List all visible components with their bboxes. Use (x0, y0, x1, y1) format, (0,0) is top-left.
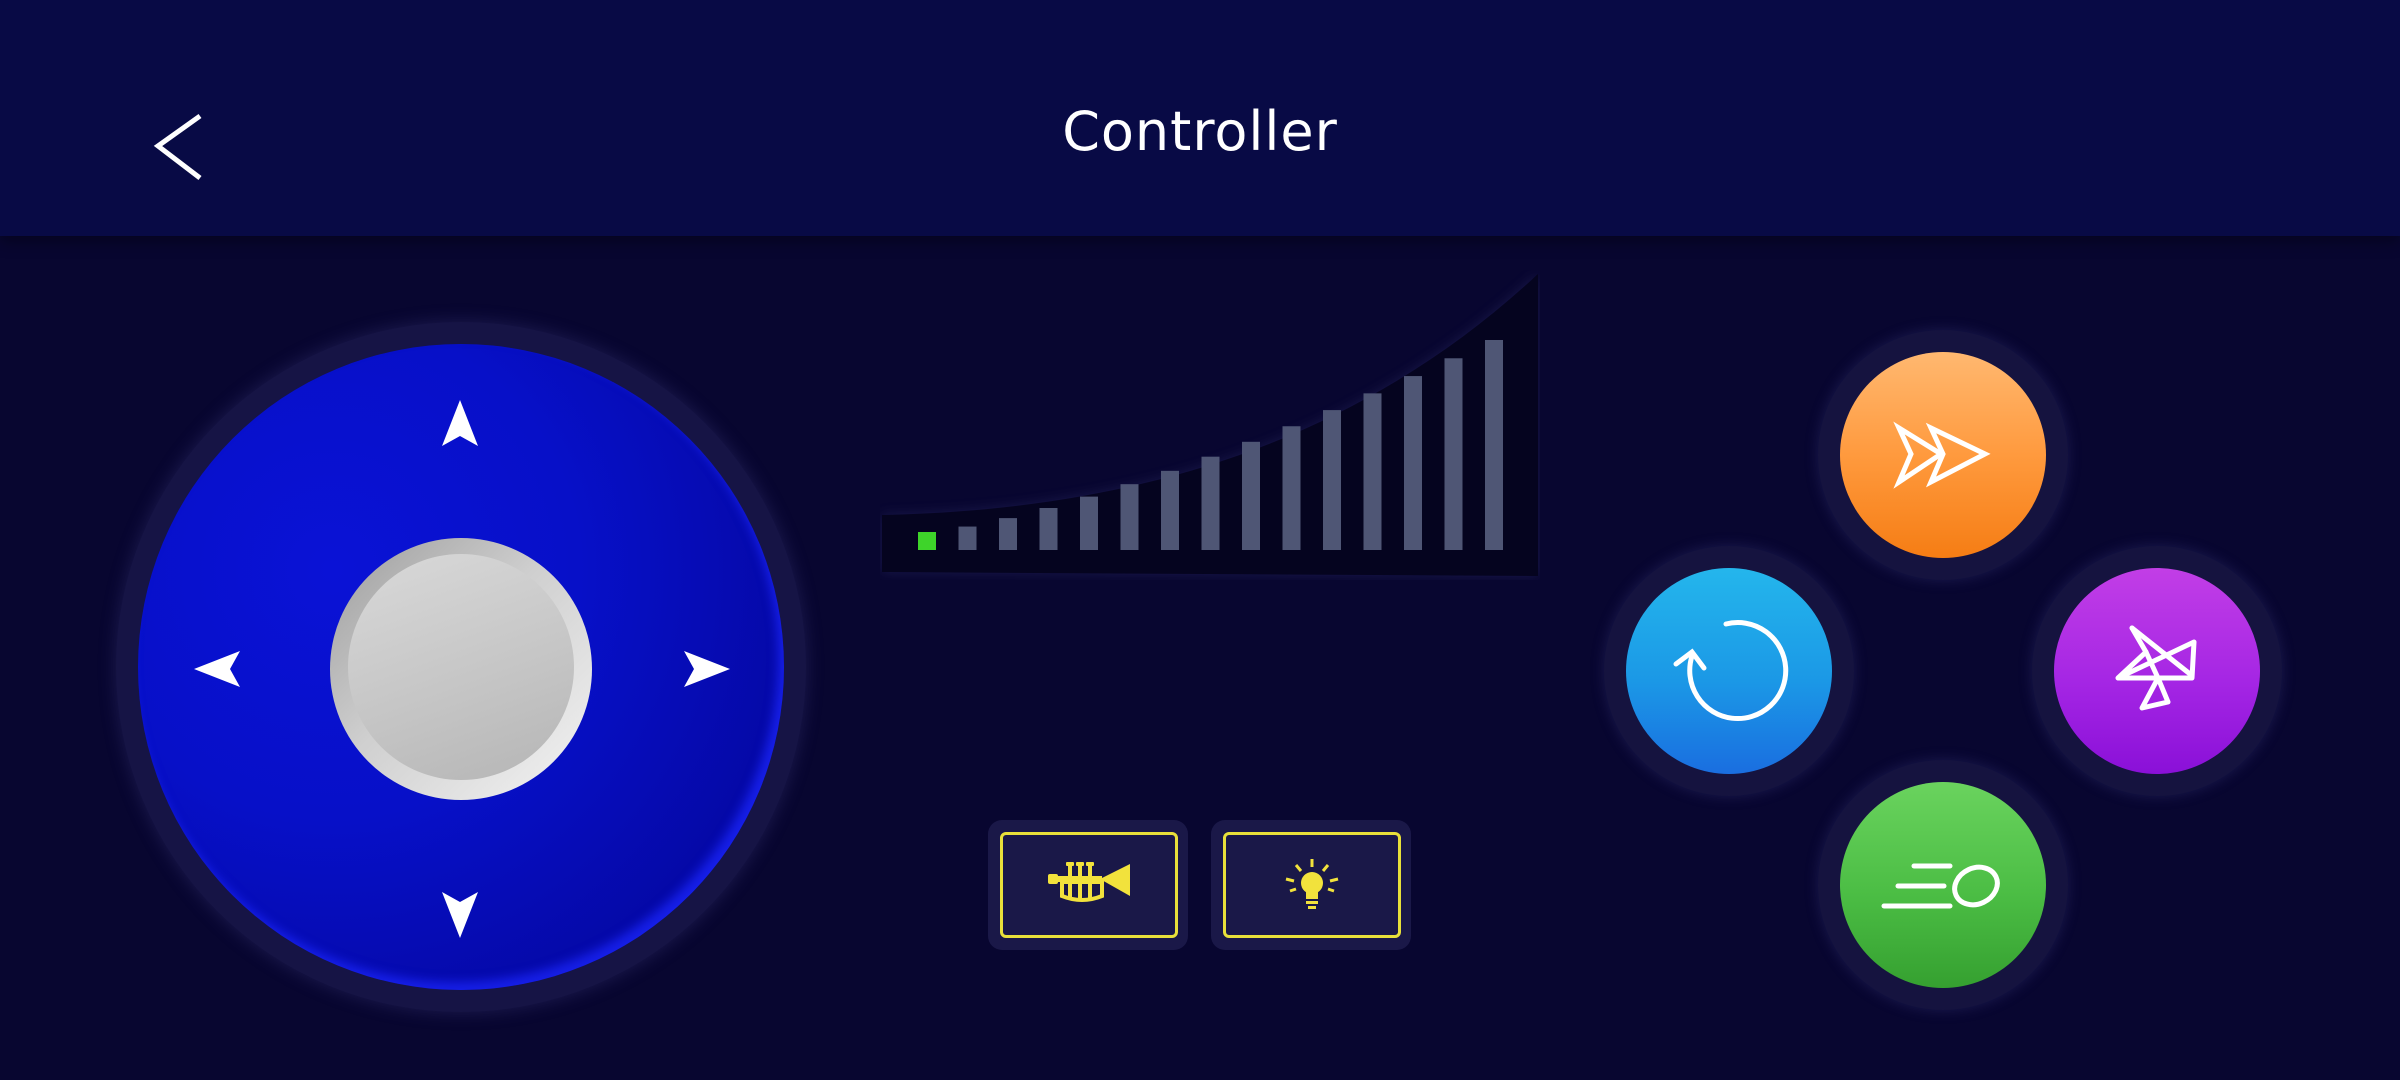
speed-level-bar (1444, 358, 1463, 550)
light-button-frame (1223, 832, 1401, 938)
arrow-up-icon[interactable] (438, 398, 482, 450)
speed-level-bar (1161, 470, 1179, 550)
horn-button[interactable] (988, 820, 1188, 950)
speed-level-bar (1282, 426, 1301, 550)
speed-level-bar (1242, 441, 1260, 550)
speed-meter (882, 274, 1538, 576)
horn-button-frame (1000, 832, 1178, 938)
rotate-face (1626, 568, 1832, 774)
speed-level-bar (1201, 456, 1220, 550)
fast-forward-button[interactable] (1818, 330, 2068, 580)
light-button[interactable] (1211, 820, 1411, 950)
speed-level-bar (999, 518, 1017, 550)
dash-button[interactable] (1818, 760, 2068, 1010)
speed-level-bar (958, 526, 977, 550)
scatter-button[interactable] (2032, 546, 2282, 796)
joystick-knob-face (348, 554, 574, 780)
trumpet-icon (1048, 862, 1130, 902)
arrow-left-icon[interactable] (192, 647, 244, 691)
speed-level-bar (1039, 508, 1058, 550)
dash-face (1840, 782, 2046, 988)
speed-level-bar (1485, 340, 1503, 550)
rotate-icon (1673, 620, 1789, 722)
scatter-face (2054, 568, 2260, 774)
header-bar: Controller (0, 0, 2400, 236)
speed-level-bar (1404, 376, 1422, 550)
speed-level-bar (918, 532, 936, 550)
fast-forward-icon (1893, 421, 1991, 489)
speed-level-bar (1080, 496, 1098, 550)
fast-forward-face (1840, 352, 2046, 558)
rotate-button[interactable] (1604, 546, 1854, 796)
lightbulb-icon (1285, 859, 1339, 909)
arrow-right-icon[interactable] (680, 647, 732, 691)
joystick-knob[interactable] (330, 538, 592, 800)
scatter-arrows-icon (2115, 625, 2197, 711)
arrow-down-icon[interactable] (438, 888, 482, 940)
speed-level-bar (1323, 410, 1341, 550)
dash-ball-icon (1881, 863, 2000, 909)
page-title: Controller (1062, 100, 1338, 163)
speed-level-bar (1120, 484, 1139, 550)
speed-level-bar (1363, 393, 1382, 550)
